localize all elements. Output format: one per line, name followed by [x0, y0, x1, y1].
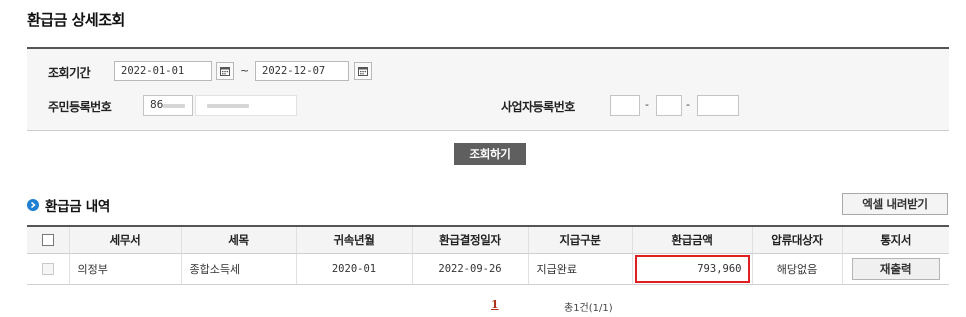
rrn-mask-bar [163, 104, 185, 108]
amount-cell: 793,960 [632, 253, 753, 285]
start-date-calendar-button[interactable] [216, 62, 234, 80]
brn-part1-input[interactable] [610, 95, 640, 116]
brn-part2-input[interactable] [656, 95, 682, 116]
rrn-visible-digits: 86 [150, 99, 164, 111]
row-checkbox[interactable] [41, 263, 54, 275]
end-date-calendar-button[interactable] [354, 62, 372, 80]
notice-cell: 재출력 [842, 253, 949, 285]
page-title: 환급금 상세조회 [27, 11, 125, 29]
decision-date-cell: 2022-09-26 [412, 253, 529, 285]
tax-item-cell: 종합소득세 [181, 253, 297, 285]
section-title: 환급금 내역 [45, 199, 110, 215]
seizure-cell: 해당없음 [752, 253, 843, 285]
brn-dash: - [686, 98, 690, 111]
col-header-period: 귀속년월 [296, 225, 413, 254]
refund-table: 세무서 세목 귀속년월 환급결정일자 지급구분 환급금액 압류대상자 통지서 의… [27, 225, 949, 285]
section-header: 환급금 내역 [27, 195, 110, 215]
select-all-header [27, 225, 70, 254]
brn-label: 사업자등록번호 [501, 100, 575, 114]
page-link-1[interactable]: 1 [491, 298, 499, 311]
brn-part3-input[interactable] [697, 95, 739, 116]
excel-download-button[interactable]: 엑셀 내려받기 [842, 193, 948, 215]
select-all-checkbox[interactable] [41, 234, 54, 247]
col-header-amount: 환급금액 [632, 225, 753, 254]
col-header-decision-date: 환급결정일자 [412, 225, 529, 254]
search-panel: 조회기간 2022-01-01 ~ 2022-12-07 주민등록번호 86 사… [27, 47, 949, 131]
date-range-tilde: ~ [240, 64, 250, 77]
calendar-icon [358, 67, 368, 76]
period-cell: 2020-01 [296, 253, 413, 285]
rrn-mask-bar [207, 104, 249, 108]
row-checkbox-cell [27, 253, 70, 285]
payment-type-cell: 지급완료 [528, 253, 633, 285]
period-label: 조회기간 [48, 66, 91, 80]
calendar-icon [220, 67, 230, 76]
pagination-total: 총1건(1/1) [564, 303, 613, 314]
reprint-button[interactable]: 재출력 [851, 257, 940, 280]
col-header-tax-office: 세무서 [69, 225, 182, 254]
brn-dash: - [645, 98, 649, 111]
col-header-seizure: 압류대상자 [752, 225, 843, 254]
col-header-notice: 통지서 [842, 225, 949, 254]
tax-office-cell: 의정부 [69, 253, 182, 285]
rrn-label: 주민등록번호 [48, 100, 112, 114]
search-button[interactable]: 조회하기 [454, 143, 526, 165]
end-date-input[interactable]: 2022-12-07 [255, 61, 349, 81]
table-header-row: 세무서 세목 귀속년월 환급결정일자 지급구분 환급금액 압류대상자 통지서 [27, 225, 949, 254]
table-row: 의정부 종합소득세 2020-01 2022-09-26 지급완료 793,96… [27, 253, 949, 285]
amount-value: 793,960 [697, 262, 742, 275]
arrow-circle-icon [27, 199, 39, 211]
start-date-input[interactable]: 2022-01-01 [114, 61, 212, 81]
col-header-tax-item: 세목 [181, 225, 297, 254]
col-header-payment-type: 지급구분 [528, 225, 633, 254]
